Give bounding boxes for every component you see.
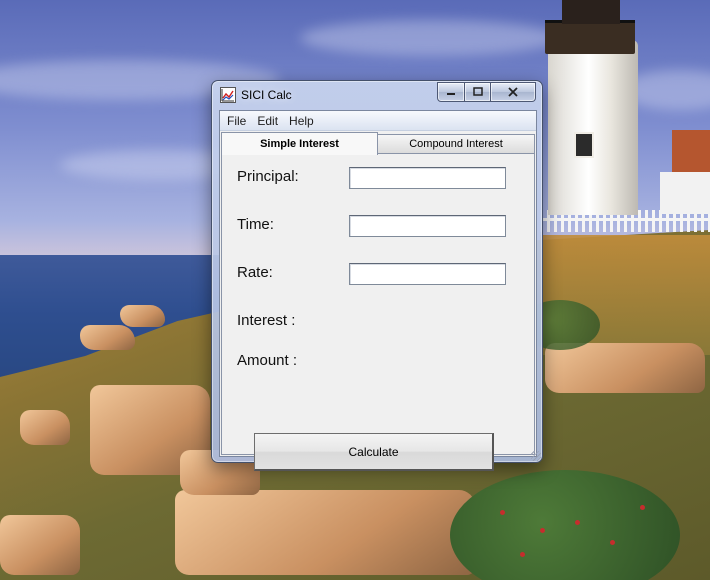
principal-input[interactable] (349, 167, 506, 189)
time-input[interactable] (349, 215, 506, 237)
menu-help[interactable]: Help (282, 114, 314, 128)
maximize-button[interactable] (465, 82, 491, 102)
lighthouse (548, 40, 638, 215)
tab-simple-interest[interactable]: Simple Interest (221, 132, 378, 155)
window-title: SICI Calc (241, 88, 292, 102)
minimize-icon (447, 93, 455, 95)
app-window: SICI Calc File Edit Help Simple Interest… (211, 80, 543, 471)
caption-buttons (437, 82, 536, 102)
client-area: File Edit Help Simple Interest Compound … (219, 110, 537, 471)
amount-label: Amount : (237, 352, 298, 369)
menu-file[interactable]: File (220, 114, 246, 128)
title-bar[interactable]: SICI Calc (212, 81, 542, 109)
resize-grip[interactable] (531, 451, 541, 461)
minimize-button[interactable] (437, 82, 465, 102)
close-button[interactable] (491, 82, 536, 102)
time-label: Time: (237, 216, 274, 233)
interest-label: Interest : (237, 312, 296, 329)
close-icon (508, 87, 518, 97)
calculate-button[interactable]: Calculate (254, 433, 494, 471)
menu-bar: File Edit Help (220, 111, 536, 131)
rate-label: Rate: (237, 264, 273, 281)
rate-input[interactable] (349, 263, 506, 285)
principal-label: Principal: (237, 168, 299, 185)
simple-interest-panel: Principal: Time: Rate: Interest : Amount… (221, 153, 535, 471)
chart-icon (220, 87, 236, 103)
maximize-icon (472, 87, 483, 96)
menu-edit[interactable]: Edit (250, 114, 278, 128)
tab-compound-interest[interactable]: Compound Interest (377, 134, 535, 154)
house (660, 172, 710, 214)
